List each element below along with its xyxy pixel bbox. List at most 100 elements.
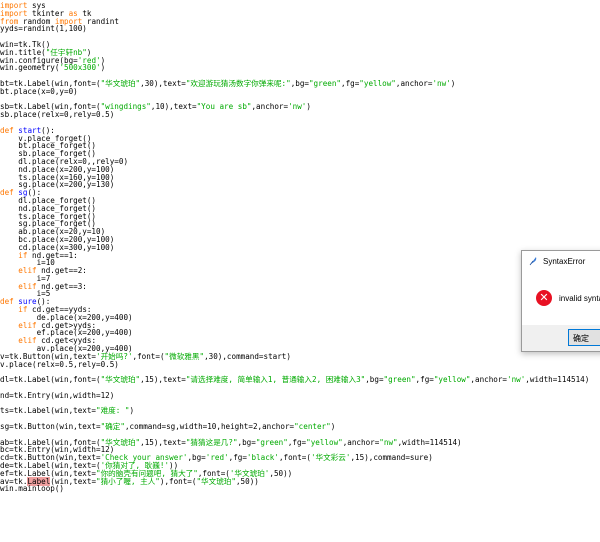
- code-line: sb.place(relx=0,rely=0.5): [0, 111, 600, 119]
- code-line: sg=tk.Button(win,text="确定",command=sg,wi…: [0, 423, 600, 431]
- code-token: ,anchor=: [395, 78, 433, 88]
- code-token: "猜小了喔, 主人": [96, 476, 160, 486]
- code-line: yyds=randint(1,100): [0, 25, 600, 33]
- code-token: win.geometry(: [0, 63, 60, 73]
- code-token: 'red': [205, 453, 229, 463]
- code-token: "center": [294, 422, 331, 432]
- code-token: ,width=114514): [397, 437, 462, 447]
- code-token: "yellow": [433, 375, 471, 385]
- code-token: ,bg=: [237, 437, 256, 447]
- code-token: sg=tk.Button(win,text=: [0, 422, 101, 432]
- code-token: ,50)): [235, 476, 259, 486]
- code-token: ): [330, 422, 336, 432]
- feather-icon: [529, 257, 537, 266]
- code-token: ,fg=: [415, 375, 434, 385]
- code-token: "难度: ": [96, 406, 130, 416]
- code-token: ,15),text=: [140, 375, 186, 385]
- code-token: "华文琥珀": [100, 78, 141, 88]
- code-token: "yellow": [306, 437, 343, 447]
- code-token: ,font=(: [132, 351, 165, 361]
- code-token: ,bg=: [365, 375, 384, 385]
- code-token: 'black': [246, 453, 279, 463]
- code-token: ,width=114514): [525, 375, 590, 385]
- code-token: ,15),command=sure): [350, 453, 433, 463]
- code-token: ,bg=: [187, 453, 206, 463]
- syntax-error-dialog: SyntaxError ✕ invalid syntax 确定: [521, 250, 600, 352]
- code-token: 'nw': [432, 78, 451, 88]
- code-token: ,fg=: [287, 437, 307, 447]
- code-token: ): [450, 78, 456, 88]
- code-token: ,50)): [269, 468, 293, 478]
- code-token: "nw": [379, 437, 398, 447]
- code-token: ,10),text=: [150, 102, 197, 112]
- code-token: v.place(relx=0.5,rely=0.5): [0, 359, 119, 369]
- code-line: i=7: [0, 274, 600, 283]
- code-line: ts=tk.Label(win,text="难度: "): [0, 407, 600, 415]
- code-token: win.mainloop(): [0, 484, 65, 494]
- code-token: ,15),text=: [140, 437, 186, 447]
- code-token: "green": [255, 437, 288, 447]
- code-token: ,30),command=start): [204, 351, 291, 361]
- code-token: "You are sb": [196, 102, 252, 112]
- code-line: ​: [0, 33, 600, 41]
- code-token: "微软雅黑": [164, 351, 205, 361]
- dialog-title: SyntaxError: [543, 256, 586, 266]
- code-token: ,bg=: [290, 78, 309, 88]
- code-token: ,anchor=: [251, 102, 289, 112]
- code-token: ): [100, 63, 106, 73]
- code-line: nd=tk.Entry(win,width=12): [0, 390, 600, 400]
- code-line: bt=tk.Label(win,font=("华文琥珀",30),text="欢…: [0, 80, 600, 88]
- code-line: cd.place(x=300,y=100): [0, 243, 600, 252]
- code-token: '500x300': [59, 63, 101, 73]
- code-token: ,30),text=: [140, 78, 186, 88]
- code-token: "猜猜这是几?": [185, 437, 238, 447]
- code-token: "华文琥珀": [196, 476, 236, 486]
- code-token: bt.place(x=0,y=0): [0, 86, 78, 96]
- code-token: 'nw': [288, 102, 307, 112]
- code-token: nd=tk.Entry(win,width=12): [0, 390, 115, 400]
- dialog-titlebar[interactable]: SyntaxError: [522, 251, 600, 271]
- code-token: ts=tk.Label(win,text=: [0, 406, 97, 416]
- code-line: win.geometry('500x300'): [0, 64, 600, 72]
- code-token: 'nw': [507, 375, 526, 385]
- code-line: win.mainloop(): [0, 485, 600, 493]
- code-token: ,command=sg,width=10,height=2,anchor=: [124, 422, 295, 432]
- code-line: from random import randint: [0, 16, 600, 26]
- error-icon: ✕: [536, 290, 552, 306]
- code-token: dl=tk.Label(win,font=(: [0, 375, 101, 385]
- code-token: ,fg=: [228, 453, 247, 463]
- code-line: ​: [0, 119, 600, 127]
- code-token: ,fg=: [341, 78, 360, 88]
- code-token: "请选择难度, 简单输入1, 普通输入2, 困难输入3": [185, 375, 366, 385]
- code-token: ,anchor=: [470, 375, 507, 385]
- dialog-footer: 确定: [522, 325, 600, 351]
- code-line: i=5: [0, 290, 600, 298]
- code-line: elif nd.get==2:: [0, 267, 600, 275]
- code-line: bt.place(x=0,y=0): [0, 86, 600, 96]
- code-line: sg.place(x=200,y=130): [0, 181, 600, 189]
- code-token: sb.place(relx=0,rely=0.5): [0, 110, 115, 120]
- code-line: av=tk.Label(win,text="猜小了喔, 主人"),font=("…: [0, 476, 600, 486]
- code-line: if nd.get==1:: [0, 251, 600, 260]
- ok-button[interactable]: 确定: [568, 329, 600, 346]
- code-token: ,font=(: [278, 453, 311, 463]
- error-message: invalid syntax: [559, 293, 600, 303]
- code-token: "华文琥珀": [100, 375, 141, 385]
- code-token: yyds=randint(1,100): [0, 24, 87, 34]
- code-line: v.place(relx=0.5,rely=0.5): [0, 359, 600, 369]
- code-line: i=10: [0, 259, 600, 267]
- code-token: ): [129, 406, 135, 416]
- code-token: ,anchor=: [342, 437, 380, 447]
- code-token: '华文彩云': [310, 453, 351, 463]
- code-token: "green": [308, 78, 341, 88]
- code-token: ),font=(: [159, 476, 197, 486]
- code-token: "确定": [100, 422, 125, 432]
- code-line: dl=tk.Label(win,font=("华文琥珀",15),text="请…: [0, 376, 600, 384]
- code-token: "yellow": [359, 78, 396, 88]
- code-token: ): [306, 102, 311, 112]
- code-token: randint: [82, 16, 119, 26]
- code-editor[interactable]: import sys import tkinter as tk from rando…: [0, 2, 600, 493]
- code-line: elif nd.get==3:: [0, 282, 600, 291]
- dialog-body: ✕ invalid syntax: [522, 271, 600, 325]
- code-token: "green": [383, 375, 416, 385]
